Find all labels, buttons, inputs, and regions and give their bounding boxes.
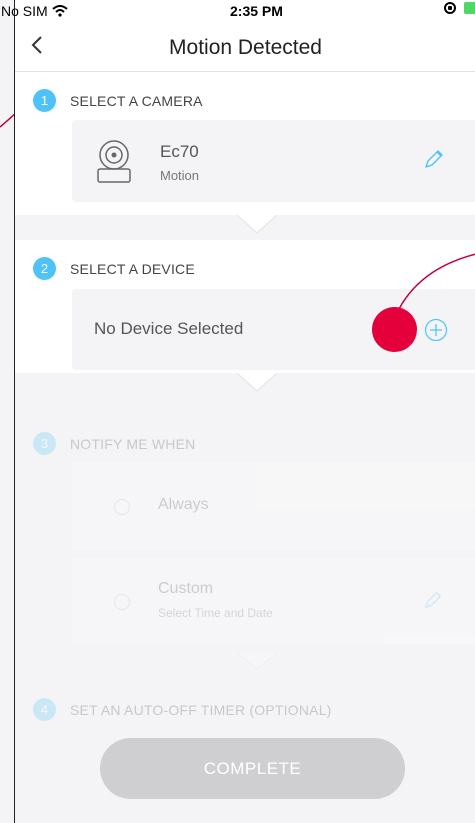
step-2-header: 2 SELECT A DEVICE bbox=[33, 257, 195, 280]
custom-sub: Select Time and Date bbox=[158, 606, 273, 620]
battery-icon bbox=[464, 2, 475, 14]
always-label: Always bbox=[158, 496, 209, 513]
step-3-badge: 3 bbox=[33, 432, 56, 455]
camera-icon bbox=[97, 140, 131, 183]
rotation-lock-icon bbox=[444, 2, 456, 14]
select-camera-section: 1 SELECT A CAMERA Ec70 Motion bbox=[15, 72, 475, 215]
step-4-title: SET AN AUTO-OFF TIMER (OPTIONAL) bbox=[70, 701, 332, 718]
custom-edit-icon[interactable] bbox=[423, 590, 443, 610]
carrier-label: No SIM bbox=[1, 3, 48, 19]
notify-option-always[interactable]: Always bbox=[72, 462, 475, 550]
step-2-title: SELECT A DEVICE bbox=[70, 260, 195, 277]
status-bar: 2:35 PM bbox=[15, 0, 475, 22]
step-connector-1 bbox=[237, 215, 277, 234]
step-4-header: 4 SET AN AUTO-OFF TIMER (OPTIONAL) bbox=[33, 698, 332, 721]
status-carrier: No SIM bbox=[1, 3, 68, 19]
status-time: 2:35 PM bbox=[230, 3, 283, 19]
wifi-icon bbox=[52, 5, 68, 17]
camera-event: Motion bbox=[160, 168, 200, 183]
custom-radio[interactable] bbox=[114, 594, 130, 610]
camera-name: Ec70 bbox=[160, 142, 199, 161]
complete-button[interactable]: COMPLETE bbox=[100, 738, 405, 799]
step-1-header: 1 SELECT A CAMERA bbox=[33, 89, 203, 112]
step-1-badge: 1 bbox=[33, 89, 56, 112]
notify-option-custom[interactable]: Custom Select Time and Date bbox=[72, 558, 475, 644]
step-4-badge: 4 bbox=[33, 698, 56, 721]
status-icons bbox=[444, 2, 475, 14]
step-3-title: NOTIFY ME WHEN bbox=[70, 435, 196, 452]
step-1-title: SELECT A CAMERA bbox=[70, 92, 203, 109]
page-title: Motion Detected bbox=[169, 36, 322, 59]
edit-pencil-icon[interactable] bbox=[423, 148, 445, 170]
step-connector-2 bbox=[237, 373, 277, 392]
tap-indicator-dot bbox=[372, 307, 417, 352]
step-connector-3 bbox=[237, 653, 277, 670]
custom-label: Custom bbox=[158, 580, 214, 597]
camera-card[interactable]: Ec70 Motion bbox=[72, 120, 475, 202]
step-2-badge: 2 bbox=[33, 257, 56, 280]
app-screen: 2:35 PM Motion Detected 1 SELECT A CAMER… bbox=[14, 0, 475, 823]
no-device-text: No Device Selected bbox=[94, 319, 244, 338]
always-radio[interactable] bbox=[114, 499, 130, 515]
step-3-header: 3 NOTIFY ME WHEN bbox=[33, 432, 195, 455]
navigation-bar: Motion Detected bbox=[15, 22, 475, 72]
